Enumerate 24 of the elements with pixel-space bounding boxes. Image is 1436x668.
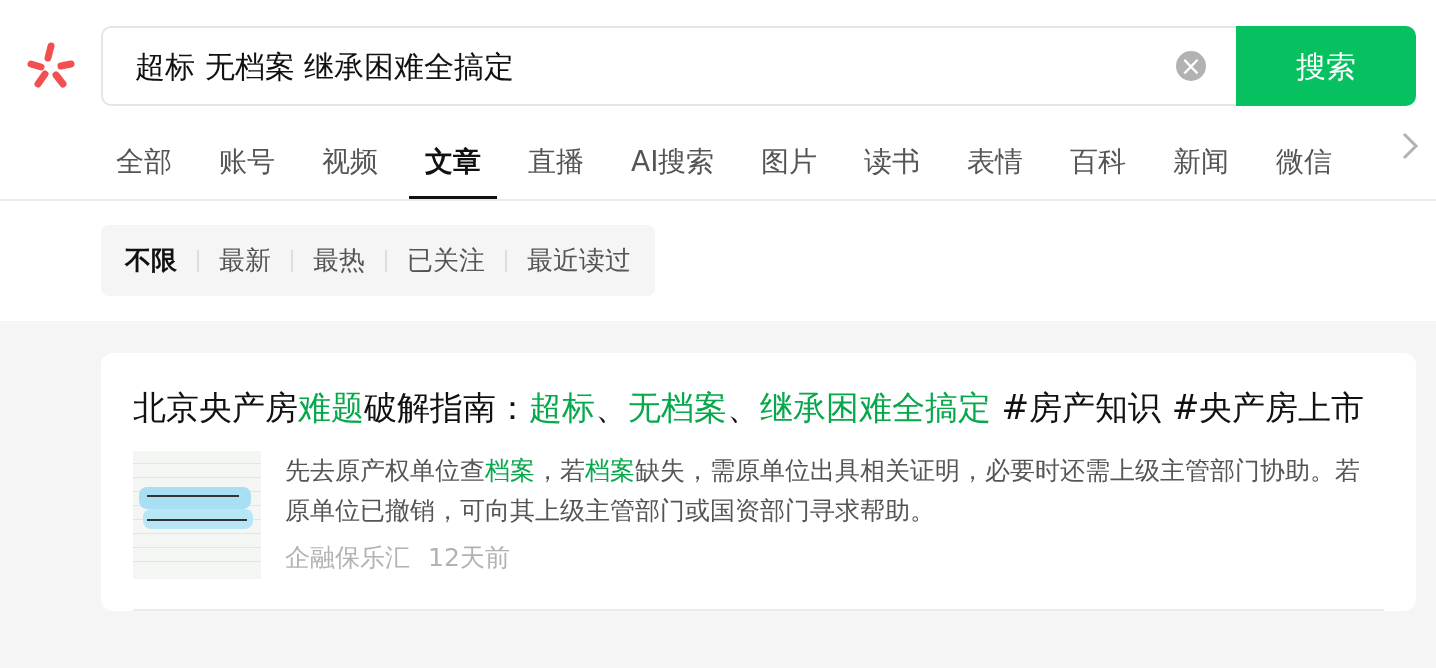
filter-option[interactable]: 不限: [125, 241, 177, 280]
tab[interactable]: 直播: [512, 127, 600, 199]
filter-option[interactable]: 已关注: [407, 241, 485, 280]
chevron-right-icon[interactable]: [1400, 130, 1420, 162]
publish-time: 12天前: [428, 542, 510, 574]
tab[interactable]: 账号: [203, 127, 291, 199]
result-summary: 先去原产权单位查档案，若档案缺失，需原单位出具相关证明，必要时还需上级主管部门协助。若原单位已撤销，可向其上级主管部门或国资部门寻求帮助。: [285, 455, 1361, 527]
tab[interactable]: 视频: [306, 127, 394, 199]
result-title[interactable]: 北京央产房难题破解指南：超标、无档案、继承困难全搞定 #房产知识 #央产房上市: [133, 383, 1384, 433]
tab[interactable]: 图片: [745, 127, 834, 199]
filter-option[interactable]: 最近读过: [527, 241, 631, 280]
search-field[interactable]: 超标 无档案 继承困难全搞定 ×: [101, 26, 1236, 106]
tab[interactable]: 百科: [1054, 127, 1143, 199]
search-query: 超标 无档案 继承困难全搞定: [135, 47, 516, 86]
filter-option[interactable]: 最新: [219, 241, 271, 280]
tab[interactable]: 读书: [848, 127, 937, 199]
tab[interactable]: 全部: [100, 127, 188, 199]
tab[interactable]: 新闻: [1157, 127, 1246, 199]
tab[interactable]: 文章: [409, 127, 497, 199]
tab[interactable]: 微信: [1260, 127, 1349, 199]
tab[interactable]: 表情: [951, 127, 1040, 199]
result-card[interactable]: 北京央产房难题破解指南：超标、无档案、继承困难全搞定 #房产知识 #央产房上市 先去原产权单位查档案，若档案缺失，需原单位出具相关证明，必要时还需上级主管部门协助。若原单位已撤销，可向其上级主管部门或国资部门寻求帮助。 企融保乐汇 12天前: [101, 353, 1416, 611]
tab[interactable]: AI搜索: [615, 127, 731, 199]
filter-option[interactable]: 最热: [313, 241, 365, 280]
